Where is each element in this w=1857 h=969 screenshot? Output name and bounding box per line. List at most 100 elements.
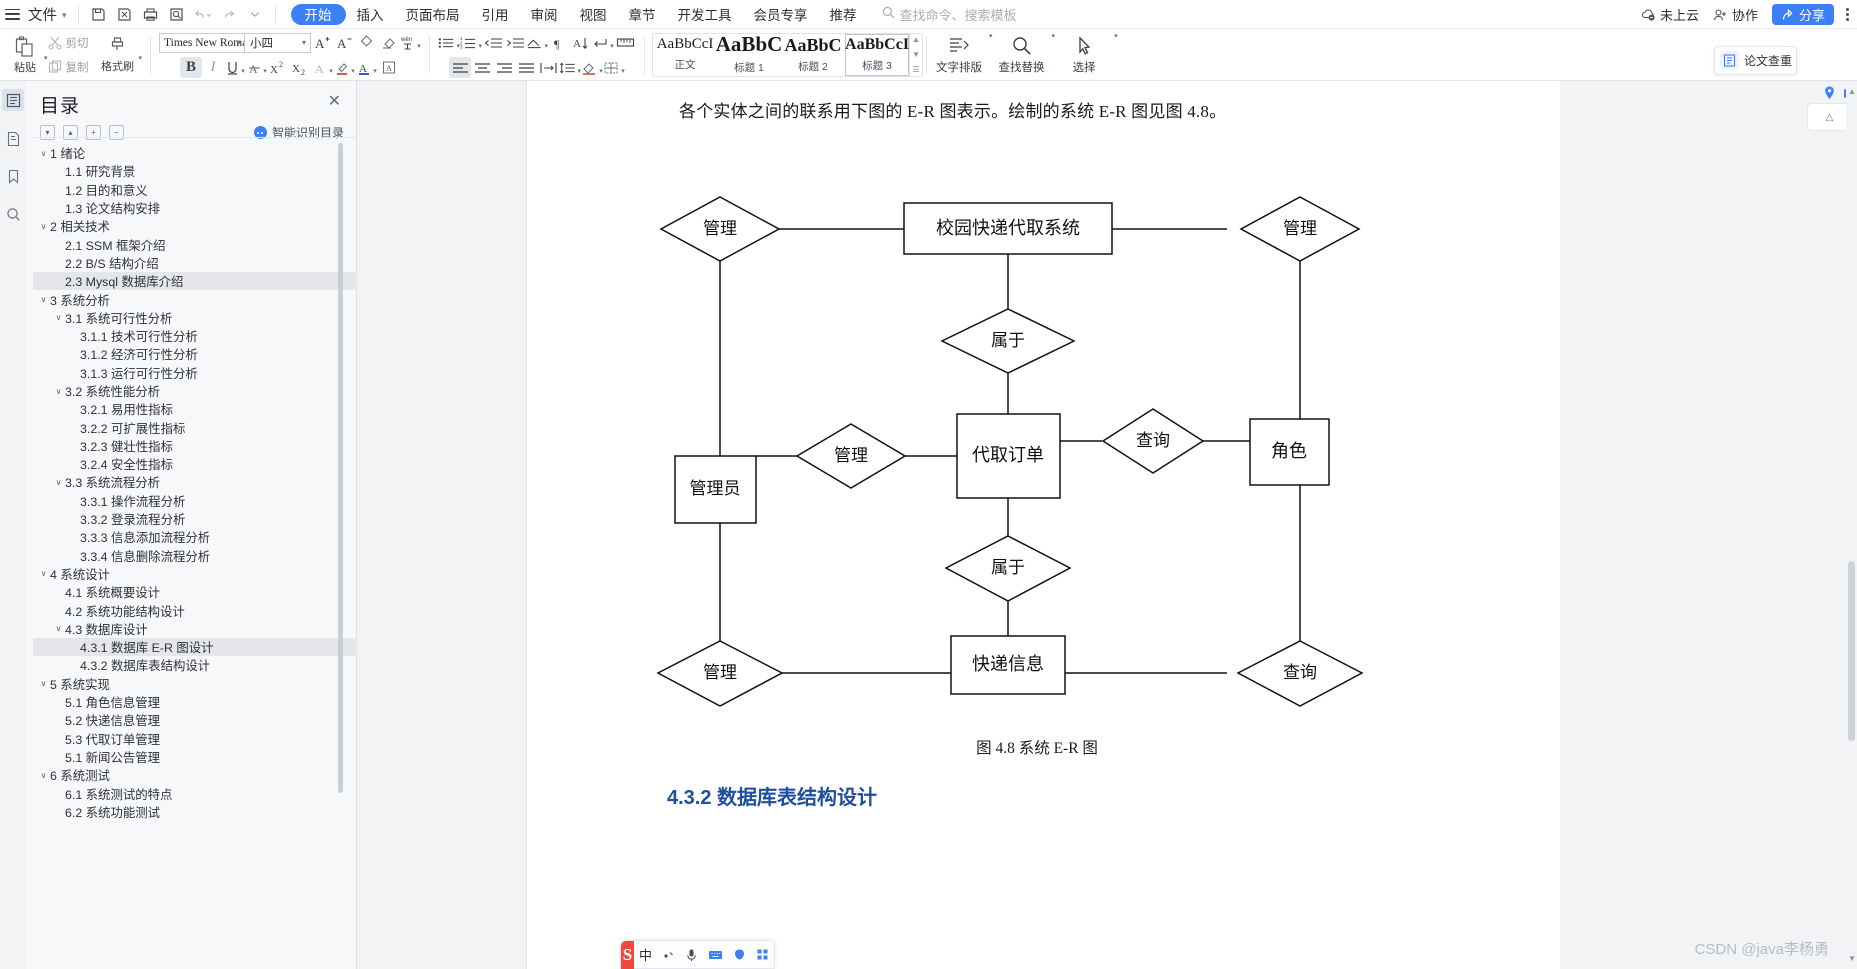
clear-format-icon[interactable]	[377, 32, 399, 53]
rail-bookmark-icon[interactable]	[2, 165, 24, 187]
scrollbar-thumb[interactable]	[1848, 561, 1855, 741]
underline-button[interactable]: ▾	[224, 57, 246, 78]
toc-item[interactable]: 3.1.3 运行可行性分析	[33, 364, 357, 382]
toc-item[interactable]: 2.3 Mysql 数据库介绍	[33, 272, 357, 291]
rail-thumbnail-icon[interactable]	[2, 127, 24, 149]
toc-item[interactable]: 6.1 系统测试的特点	[33, 784, 357, 802]
toc-item[interactable]: ∨ 6 系统测试	[33, 766, 357, 784]
ime-keyboard-icon[interactable]	[703, 948, 728, 961]
toc-item[interactable]: 5.1 角色信息管理	[33, 693, 357, 711]
numbered-list-icon[interactable]: 123 ▾	[460, 32, 482, 53]
paste-button[interactable]: 粘贴	[7, 30, 43, 80]
line-spacing-icon[interactable]: ▾	[559, 57, 581, 78]
command-search[interactable]: 查找命令、搜索模板	[882, 5, 1017, 24]
increase-indent-icon[interactable]	[504, 32, 526, 53]
sort-icon[interactable]: A	[570, 32, 592, 53]
decrease-indent-icon[interactable]	[482, 32, 504, 53]
toc-item[interactable]: 4.2 系统功能结构设计	[33, 601, 357, 619]
highlight-color-icon[interactable]: ▾	[334, 57, 356, 78]
print-icon[interactable]	[138, 2, 164, 26]
toc-item[interactable]: 1.2 目的和意义	[33, 181, 357, 199]
toc-item[interactable]: 3.1.1 技术可行性分析	[33, 327, 357, 345]
align-justify-icon[interactable]	[515, 57, 537, 78]
format-painter-dropdown-icon[interactable]: ▾	[139, 54, 143, 62]
chevron-down-icon[interactable]: ∨	[52, 387, 65, 396]
line-break-icon[interactable]: ▾	[592, 32, 614, 53]
toc-item[interactable]: ∨ 3.2 系统性能分析	[33, 382, 357, 400]
toc-item[interactable]: 3.2.4 安全性指标	[33, 455, 357, 473]
tab-recommend[interactable]: 推荐	[819, 4, 868, 25]
chevron-down-icon[interactable]: ∨	[37, 771, 50, 780]
toc-item[interactable]: 4.1 系统概要设计	[33, 583, 357, 601]
toc-item[interactable]: 5.2 快递信息管理	[33, 711, 357, 729]
paper-check-tool[interactable]: 论文查重	[1714, 46, 1797, 75]
style-normal[interactable]: AaBbCcI 正文	[653, 34, 717, 76]
chevron-down-icon[interactable]: ∨	[37, 569, 50, 578]
chevron-down-icon[interactable]: ∨	[37, 295, 50, 304]
chevron-down-icon[interactable]: ∨	[52, 624, 65, 633]
shrink-font-icon[interactable]: A	[333, 32, 355, 53]
toc-item[interactable]: 5.3 代取订单管理	[33, 730, 357, 748]
toc-item[interactable]: ∨ 5 系统实现	[33, 675, 357, 693]
collaborate-button[interactable]: 协作	[1713, 5, 1758, 24]
chevron-down-icon[interactable]: ∨	[37, 222, 50, 231]
toc-item[interactable]: ∨ 3 系统分析	[33, 290, 357, 308]
text-layout-dropdown-icon[interactable]: ▾	[989, 32, 993, 83]
toc-item[interactable]: ∨ 4 系统设计	[33, 565, 357, 583]
style-heading-3[interactable]: AaBbCcI 标题 3	[845, 33, 909, 76]
multilevel-list-icon[interactable]: ▾	[526, 32, 548, 53]
ime-apps-icon[interactable]	[751, 948, 774, 961]
toc-item[interactable]: ∨ 3.3 系统流程分析	[33, 473, 357, 491]
location-pin-icon[interactable]	[1822, 85, 1838, 101]
text-layout-button[interactable]: 文字排版	[930, 29, 988, 81]
style-heading-2[interactable]: AaBbC 标题 2	[781, 34, 845, 76]
grow-font-icon[interactable]: A	[311, 32, 333, 53]
align-center-icon[interactable]	[471, 57, 493, 78]
ime-punctuation-icon[interactable]	[657, 948, 680, 961]
shading-icon[interactable]: ▾	[581, 57, 603, 78]
bold-button[interactable]: B	[180, 57, 203, 78]
toc-item[interactable]: 4.3.2 数据库表结构设计	[33, 656, 357, 674]
toc-item[interactable]: ∨ 1 绪论	[33, 144, 357, 162]
toc-item[interactable]: 3.1.2 经济可行性分析	[33, 345, 357, 363]
toc-item[interactable]: 6.2 系统功能测试	[33, 803, 357, 821]
pinyin-guide-icon[interactable]: wén ▾	[399, 32, 421, 53]
strikethrough-icon[interactable]: A ▾	[246, 57, 268, 78]
scroll-up-icon[interactable]: ▲	[912, 35, 920, 44]
paste-dropdown-icon[interactable]: ▾	[44, 54, 48, 62]
styles-expand-icon[interactable]: ☰	[912, 65, 919, 74]
toc-item[interactable]: 3.2.2 可扩展性指标	[33, 418, 357, 436]
file-menu-button[interactable]: 文件 ▾	[24, 3, 71, 25]
scroll-up-icon[interactable]: ▲	[1848, 87, 1856, 96]
toc-item[interactable]: ∨ 4.3 数据库设计	[33, 620, 357, 638]
styles-scroll-controls[interactable]: ▲ ▼ ☰	[909, 33, 922, 76]
toc-scrollbar[interactable]	[338, 143, 343, 793]
close-icon[interactable]: ✕	[325, 91, 344, 113]
borders-icon[interactable]: ▾	[603, 57, 625, 78]
toc-item[interactable]: ∨ 2 相关技术	[33, 217, 357, 235]
ime-emoji-icon[interactable]	[728, 948, 751, 961]
toc-item[interactable]: 3.2.1 易用性指标	[33, 400, 357, 418]
select-dropdown-icon[interactable]: ▾	[1114, 32, 1118, 83]
chevron-down-icon[interactable]: ∨	[37, 679, 50, 688]
toc-item[interactable]: 2.2 B/S 结构介绍	[33, 254, 357, 272]
rail-outline-icon[interactable]	[2, 89, 24, 111]
highlight-pen-icon[interactable]	[355, 32, 377, 53]
toc-item[interactable]: 4.3.1 数据库 E-R 图设计	[33, 638, 357, 657]
subscript-icon[interactable]: X2	[290, 57, 312, 78]
find-replace-button[interactable]: 查找替换	[993, 29, 1051, 81]
italic-button[interactable]: I	[202, 57, 224, 78]
tab-start[interactable]: 开始	[290, 3, 346, 25]
toc-item[interactable]: 3.2.3 健壮性指标	[33, 437, 357, 455]
toc-item[interactable]: 3.3.2 登录流程分析	[33, 510, 357, 528]
superscript-icon[interactable]: X2	[268, 57, 290, 78]
ime-mode-button[interactable]: 中	[634, 945, 657, 964]
document-area[interactable]: 各个实体之间的联系用下图的 E-R 图表示。绘制的系统 E-R 图见图 4.8。	[357, 81, 1802, 969]
toc-item[interactable]: 3.3.4 信息删除流程分析	[33, 547, 357, 565]
toc-item[interactable]: 5.1 新闻公告管理	[33, 748, 357, 766]
text-effects-icon[interactable]: A ▾	[312, 57, 334, 78]
font-size-input[interactable]: 小四 ▾	[245, 32, 312, 53]
find-replace-dropdown-icon[interactable]: ▾	[1052, 32, 1056, 83]
ime-mic-icon[interactable]	[680, 948, 703, 962]
tab-member[interactable]: 会员专享	[743, 4, 819, 25]
